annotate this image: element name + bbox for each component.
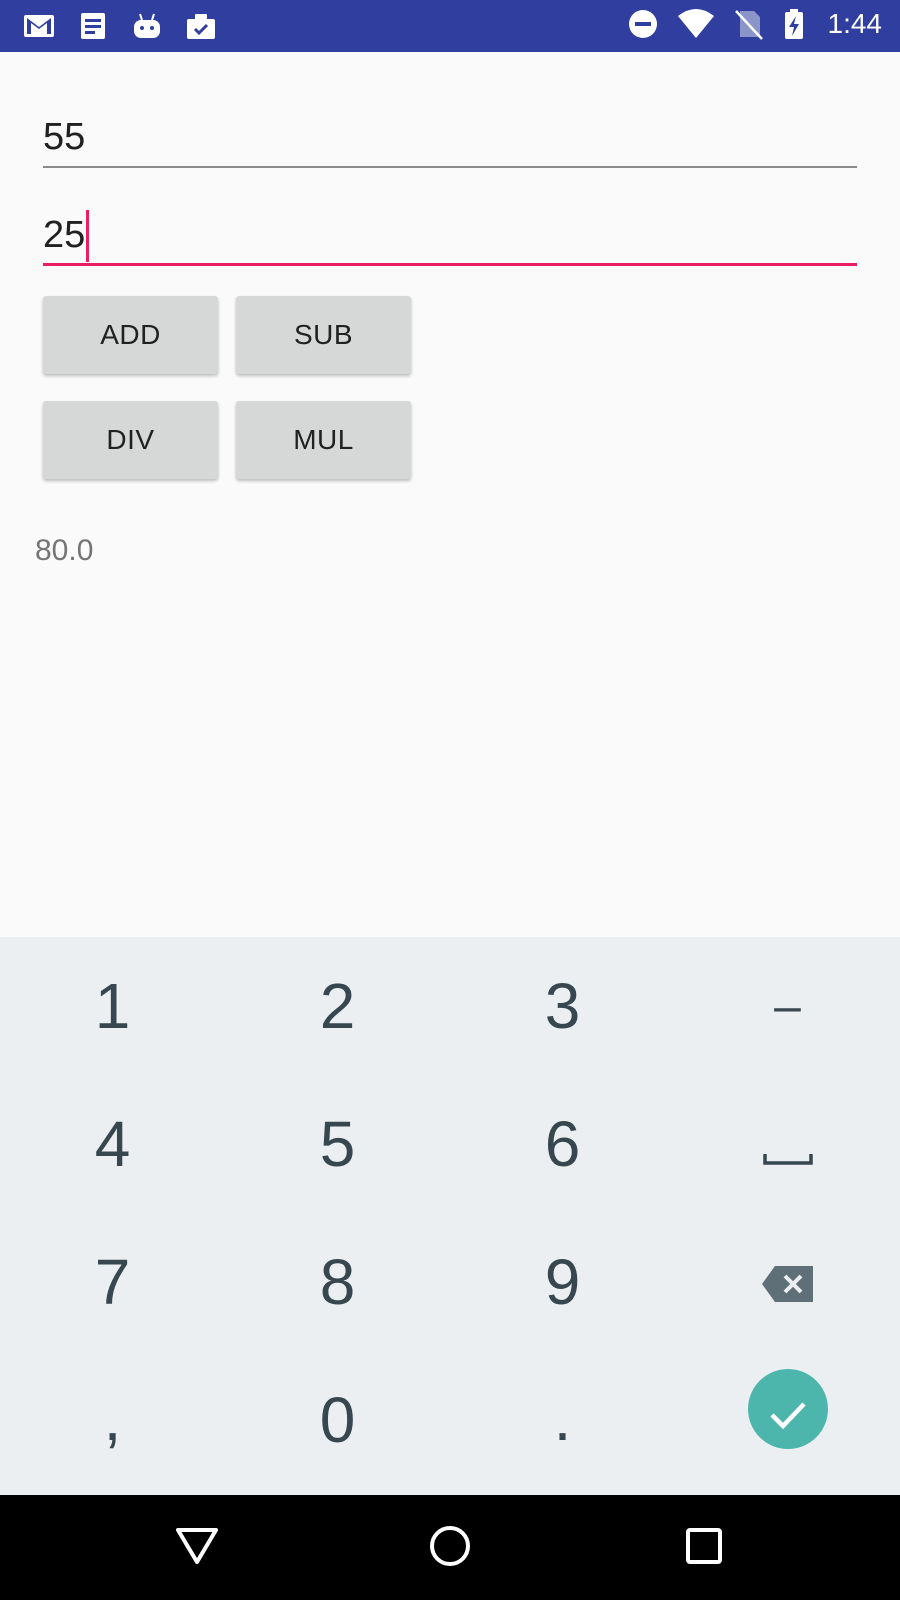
wifi-icon: [676, 8, 716, 40]
back-button[interactable]: [172, 1523, 222, 1573]
key-backspace[interactable]: [675, 1213, 900, 1351]
enter-button[interactable]: [747, 1369, 828, 1449]
numeric-keyboard: 1 2 3 – 4 5 6 7 8 9 , 0 .: [0, 937, 900, 1495]
add-button[interactable]: ADD: [43, 296, 218, 374]
div-button[interactable]: DIV: [43, 401, 218, 479]
first-number-value: 55: [43, 116, 86, 158]
notes-icon: [76, 10, 110, 42]
back-icon: [175, 1526, 219, 1571]
space-icon: [762, 1107, 813, 1181]
navigation-bar: [0, 1495, 900, 1600]
check-icon: [768, 1372, 808, 1446]
key-5[interactable]: 5: [225, 1075, 450, 1213]
clock: 1:44: [827, 8, 883, 39]
home-button[interactable]: [425, 1523, 475, 1573]
key-0[interactable]: 0: [225, 1351, 450, 1489]
recents-icon: [684, 1526, 724, 1571]
key-minus[interactable]: –: [675, 937, 900, 1075]
key-2[interactable]: 2: [225, 937, 450, 1075]
key-8[interactable]: 8: [225, 1213, 450, 1351]
status-bar: 1:44: [0, 0, 900, 52]
android-icon: [130, 10, 164, 42]
first-number-input[interactable]: 55: [43, 112, 857, 168]
key-4[interactable]: 4: [0, 1075, 225, 1213]
mul-button[interactable]: MUL: [236, 401, 411, 479]
text-cursor: [86, 210, 89, 262]
key-7[interactable]: 7: [0, 1213, 225, 1351]
key-1[interactable]: 1: [0, 937, 225, 1075]
calculator-screen: 55 25 ADD SUB DIV MUL 80.0: [0, 52, 900, 937]
key-dot[interactable]: .: [450, 1351, 675, 1489]
key-comma[interactable]: ,: [0, 1351, 225, 1489]
sub-button[interactable]: SUB: [236, 296, 411, 374]
key-9[interactable]: 9: [450, 1213, 675, 1351]
result-text: 80.0: [35, 534, 94, 567]
key-space[interactable]: [675, 1075, 900, 1213]
backspace-icon: [761, 1245, 815, 1319]
home-icon: [428, 1524, 472, 1573]
recents-button[interactable]: [679, 1523, 729, 1573]
clipboard-check-icon: [184, 10, 218, 42]
key-3[interactable]: 3: [450, 937, 675, 1075]
no-sim-icon: [732, 8, 766, 40]
second-number-input[interactable]: 25: [43, 210, 857, 266]
do-not-disturb-icon: [626, 8, 660, 40]
second-number-value: 25: [43, 214, 86, 256]
key-enter[interactable]: [675, 1351, 900, 1467]
key-6[interactable]: 6: [450, 1075, 675, 1213]
gmail-icon: [22, 10, 56, 42]
battery-charging-icon: [782, 8, 806, 40]
